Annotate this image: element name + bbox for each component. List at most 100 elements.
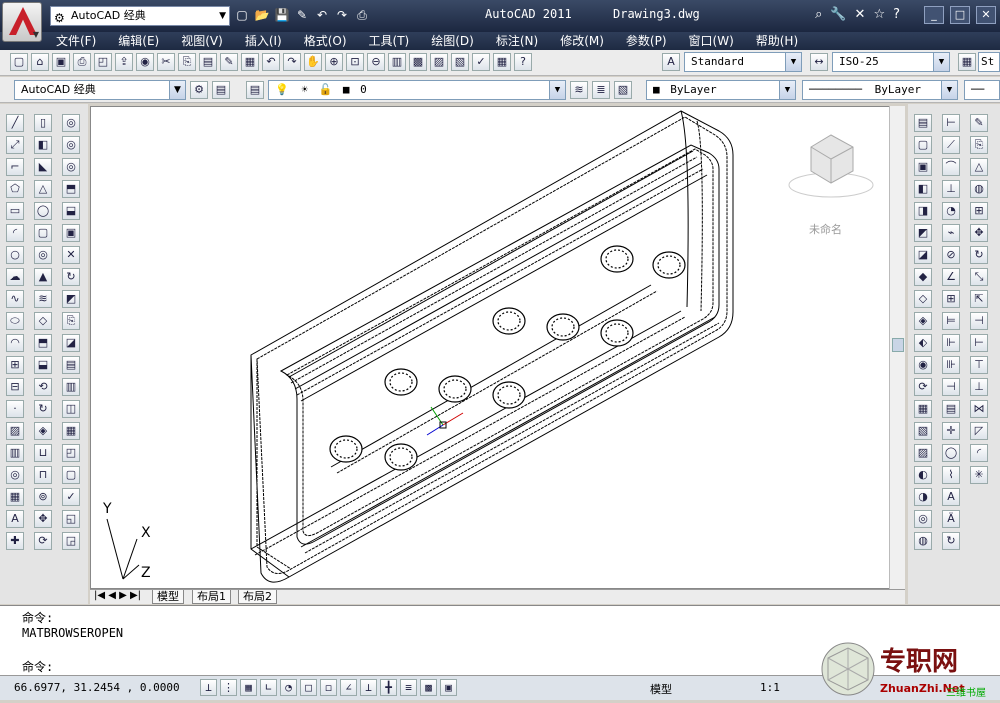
3d-osnap-icon[interactable]: ◻ (320, 679, 337, 696)
menu-item[interactable]: 绘图(D) (431, 32, 474, 50)
star-icon[interactable]: ☆ (873, 7, 885, 22)
gear-icon[interactable]: ⚙ (190, 81, 208, 99)
wedge-icon[interactable]: ◣ (34, 158, 52, 176)
dim-style-icon[interactable]: ↔ (810, 53, 828, 71)
front-view-icon[interactable]: ◩ (914, 224, 932, 242)
separate-icon[interactable]: ◰ (62, 444, 80, 462)
workspace-settings-icon[interactable]: ▤ (212, 81, 230, 99)
sphere-icon[interactable]: ◯ (34, 202, 52, 220)
construction-line-icon[interactable]: ⤢ (6, 136, 24, 154)
zoom-previous-icon[interactable]: ⊖ (367, 53, 385, 71)
shell-icon[interactable]: ▢ (62, 466, 80, 484)
copy-icon[interactable]: ⎘ (970, 136, 988, 154)
left-view-icon[interactable]: ◧ (914, 180, 932, 198)
arc-icon[interactable]: ◜ (6, 224, 24, 242)
make-current-layer-icon[interactable]: ≋ (570, 81, 588, 99)
diameter-icon[interactable]: ⊘ (942, 246, 960, 264)
ellipse-icon[interactable]: ⬭ (6, 312, 24, 330)
wireframe-icon[interactable]: ▧ (914, 422, 932, 440)
quick-dim-icon[interactable]: ⊞ (942, 290, 960, 308)
layer-previous-icon[interactable]: ≣ (592, 81, 610, 99)
torus-icon[interactable]: ◎ (34, 246, 52, 264)
text-style-icon[interactable]: A (662, 53, 680, 71)
conceptual-icon[interactable]: ◑ (914, 488, 932, 506)
join-icon[interactable]: ⋈ (970, 400, 988, 418)
loft-icon[interactable]: ◈ (34, 422, 52, 440)
scale-icon[interactable]: ⤡ (970, 268, 988, 286)
copy-edges-icon[interactable]: ▤ (62, 356, 80, 374)
tab-nav-arrows[interactable]: |◀ ◀ ▶ ▶| (94, 590, 141, 601)
cylinder-icon[interactable]: ▢ (34, 224, 52, 242)
edit-icon[interactable]: ✎ (294, 7, 310, 23)
tools-icon[interactable]: 🔧 (830, 7, 846, 22)
imprint-icon[interactable]: ◫ (62, 400, 80, 418)
copy-icon[interactable]: ⎘ (178, 53, 196, 71)
visual-style-icon[interactable]: ▦ (914, 400, 932, 418)
color-select[interactable]: ■ ByLayer ▼ (646, 80, 796, 100)
layer-select[interactable]: 💡 ☀ 🔓 ■ 0 ▼ (268, 80, 566, 100)
tab-layout2[interactable]: 布局2 (238, 590, 277, 604)
extrude-icon[interactable]: ⬒ (34, 334, 52, 352)
linear-dim-icon[interactable]: ⊢ (942, 114, 960, 132)
menu-item[interactable]: 插入(I) (245, 32, 282, 50)
markup-icon[interactable]: ✓ (472, 53, 490, 71)
mirror-icon[interactable]: △ (970, 158, 988, 176)
inspection-icon[interactable]: ◯ (942, 444, 960, 462)
move-icon[interactable]: ✥ (970, 224, 988, 242)
text-style-select[interactable]: Standard ▼ (684, 52, 802, 72)
break-icon[interactable]: ⊥ (970, 378, 988, 396)
scroll-thumb[interactable] (892, 338, 904, 352)
ducs-icon[interactable]: ⊥ (360, 679, 377, 696)
tab-layout1[interactable]: 布局1 (192, 590, 231, 604)
taper-faces-icon[interactable]: ◩ (62, 290, 80, 308)
cone-icon[interactable]: △ (34, 180, 52, 198)
color-edges-icon[interactable]: ▥ (62, 378, 80, 396)
grid-icon[interactable]: ▦ (240, 679, 257, 696)
chamfer-icon[interactable]: ◸ (970, 422, 988, 440)
tolerance-icon[interactable]: ▤ (942, 400, 960, 418)
redo-icon[interactable]: ↷ (334, 7, 350, 23)
cut-icon[interactable]: ✂ (157, 53, 175, 71)
stretch-icon[interactable]: ⇱ (970, 290, 988, 308)
subtract-icon[interactable]: ⊓ (34, 466, 52, 484)
snap-icon[interactable]: ⋮ (220, 679, 237, 696)
sheet-set-icon[interactable]: ▧ (451, 53, 469, 71)
polygon-icon[interactable]: ⬠ (6, 180, 24, 198)
explode-icon[interactable]: ✳ (970, 466, 988, 484)
dim-style-select[interactable]: ISO-25 ▼ (832, 52, 950, 72)
bottom-view-icon[interactable]: ▣ (914, 158, 932, 176)
right-view-icon[interactable]: ◨ (914, 202, 932, 220)
color-faces-icon[interactable]: ◪ (62, 334, 80, 352)
new-icon[interactable]: ▢ (234, 7, 250, 23)
intersect-icon[interactable]: ⊚ (34, 488, 52, 506)
save-icon[interactable]: ▣ (52, 53, 70, 71)
delete-faces-icon[interactable]: ✕ (62, 246, 80, 264)
viewcube[interactable] (788, 134, 874, 198)
edit-dim-text-icon[interactable]: Ä (942, 510, 960, 528)
save-icon[interactable]: 💾 (274, 7, 290, 23)
zoom-window-icon[interactable]: ⊡ (346, 53, 364, 71)
insert-block-icon[interactable]: ⊞ (6, 356, 24, 374)
orbit-icon[interactable]: ⟳ (914, 378, 932, 396)
angular-icon[interactable]: ∠ (942, 268, 960, 286)
se-iso-icon[interactable]: ◇ (914, 290, 932, 308)
paste-icon[interactable]: ▤ (199, 53, 217, 71)
ordinate-icon[interactable]: ⊥ (942, 180, 960, 198)
render-icon[interactable]: ◍ (914, 532, 932, 550)
layer-states-icon[interactable]: ▧ (614, 81, 632, 99)
offset-faces-icon[interactable]: ▣ (62, 224, 80, 242)
materials-icon[interactable]: ◎ (914, 510, 932, 528)
polar-icon[interactable]: ◔ (280, 679, 297, 696)
aligned-dim-icon[interactable]: ⟋ (942, 136, 960, 154)
quick-properties-icon[interactable]: ▣ (440, 679, 457, 696)
exchange-icon[interactable]: ✕ (855, 7, 866, 22)
tab-model[interactable]: 模型 (152, 590, 184, 604)
vertical-scrollbar[interactable] (889, 106, 905, 589)
hatch-icon[interactable]: ▨ (6, 422, 24, 440)
extend-icon[interactable]: ⊢ (970, 334, 988, 352)
maximize-button[interactable]: □ (950, 6, 970, 24)
baseline-icon[interactable]: ⊨ (942, 312, 960, 330)
rectangle-icon[interactable]: ▭ (6, 202, 24, 220)
application-button[interactable]: ▼ (2, 2, 42, 42)
line-icon[interactable]: ╱ (6, 114, 24, 132)
